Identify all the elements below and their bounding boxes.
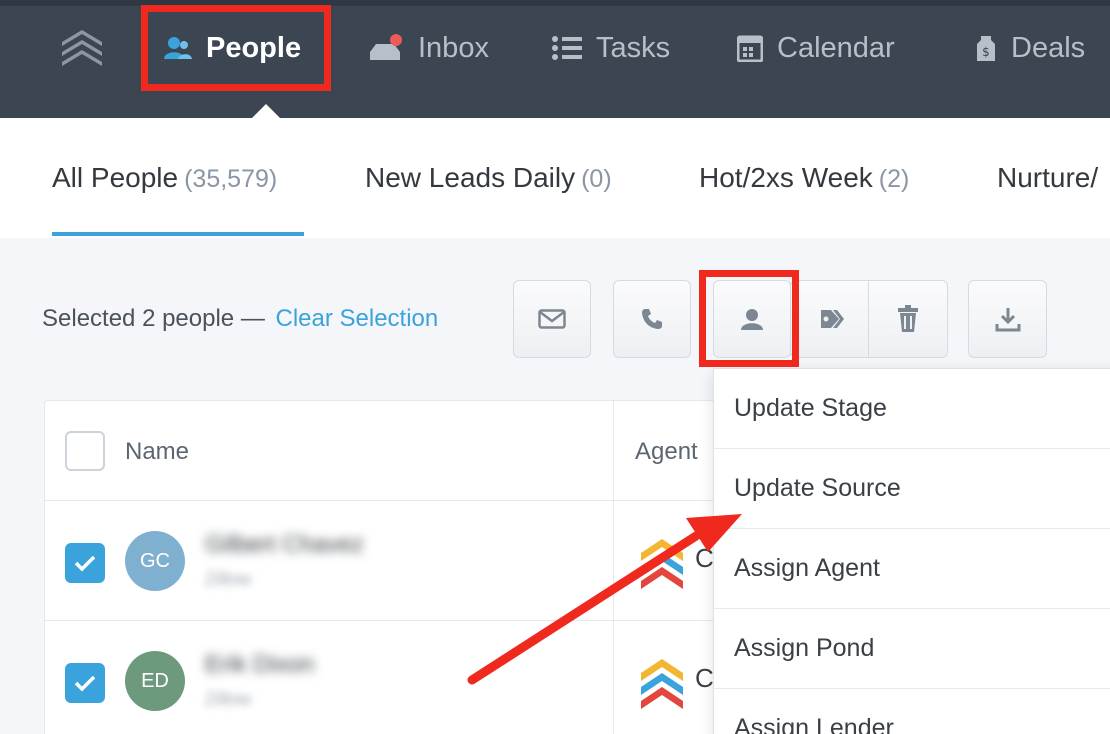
assign-dropdown-menu: Update Stage Update Source Assign Agent …	[713, 368, 1110, 734]
clear-selection-link[interactable]: Clear Selection	[276, 305, 439, 332]
column-header-name[interactable]: Name	[125, 438, 189, 466]
tag-icon	[820, 310, 844, 328]
trash-icon	[898, 305, 918, 332]
nav-item-label: Tasks	[596, 31, 671, 64]
nav-item-tasks[interactable]: Tasks	[552, 28, 670, 68]
person-source: Zillow	[205, 689, 252, 709]
avatar[interactable]: ED	[125, 651, 185, 711]
annotation-highlight-person-button	[699, 270, 799, 367]
annotation-highlight-people	[141, 5, 331, 91]
phone-icon	[642, 309, 662, 329]
agent-logo-icon	[641, 539, 683, 589]
selection-count-text: Selected 2 people —	[42, 305, 265, 332]
agent-name: C	[695, 663, 714, 693]
nav-item-label: Calendar	[777, 31, 895, 64]
row-checkbox[interactable]	[65, 543, 105, 583]
notification-dot	[390, 34, 402, 46]
checkmark-icon	[74, 555, 96, 572]
menu-item-update-stage[interactable]: Update Stage	[714, 369, 1110, 449]
tab-hot-2xs-week[interactable]: Hot/2xs Week (2)	[699, 162, 909, 194]
person-name[interactable]: Erik Dixon	[205, 651, 314, 679]
tasks-icon	[552, 36, 582, 60]
selection-status: Selected 2 people — Clear Selection	[42, 305, 438, 333]
agent-logo-icon	[641, 659, 683, 709]
call-button[interactable]	[613, 280, 691, 358]
menu-item-assign-agent[interactable]: Assign Agent	[714, 529, 1110, 609]
tab-label: All People	[52, 162, 179, 193]
column-header-agent[interactable]: Agent	[635, 438, 698, 466]
nav-item-label: Inbox	[418, 31, 489, 64]
people-list-tabs: All People (35,579) New Leads Daily (0) Ho…	[0, 118, 1110, 238]
export-button[interactable]	[968, 280, 1047, 358]
app-logo-icon[interactable]	[58, 24, 106, 72]
tab-all-people[interactable]: All People (35,579)	[52, 162, 277, 194]
svg-text:$: $	[982, 45, 990, 59]
checkmark-icon	[74, 675, 96, 692]
tab-new-leads-daily[interactable]: New Leads Daily (0)	[365, 162, 612, 194]
person-name[interactable]: Gilbert Chavez	[205, 531, 364, 559]
menu-item-assign-pond[interactable]: Assign Pond	[714, 609, 1110, 689]
email-icon	[538, 309, 566, 329]
active-tab-underline	[52, 232, 304, 236]
menu-item-assign-lender[interactable]: Assign Lender	[714, 689, 1110, 734]
nav-item-deals[interactable]: $ Deals	[975, 28, 1085, 68]
tab-count: (35,579)	[184, 165, 278, 193]
avatar[interactable]: GC	[125, 531, 185, 591]
agent-name: C	[695, 543, 714, 573]
inbox-icon	[370, 34, 402, 60]
delete-button[interactable]	[869, 281, 947, 357]
tab-count: (0)	[581, 165, 612, 193]
tab-count: (2)	[878, 165, 910, 193]
tab-nurture[interactable]: Nurture/	[997, 162, 1098, 194]
active-nav-pointer	[252, 104, 280, 118]
tab-label: Hot/2xs Week	[699, 162, 873, 193]
nav-item-inbox[interactable]: Inbox	[368, 28, 489, 68]
tab-label: New Leads Daily	[365, 162, 576, 193]
row-checkbox[interactable]	[65, 663, 105, 703]
email-button[interactable]	[513, 280, 591, 358]
menu-item-update-source[interactable]: Update Source	[714, 449, 1110, 529]
nav-item-calendar[interactable]: Calendar	[737, 28, 895, 68]
deals-icon: $	[977, 36, 995, 61]
person-source: Zillow	[205, 569, 252, 589]
tag-button[interactable]	[791, 281, 869, 357]
tab-label: Nurture/	[997, 162, 1099, 193]
download-icon	[995, 308, 1020, 332]
tag-delete-button-group	[790, 280, 948, 358]
nav-item-label: Deals	[1011, 31, 1086, 64]
select-all-checkbox[interactable]	[65, 431, 105, 471]
calendar-icon	[737, 35, 763, 62]
